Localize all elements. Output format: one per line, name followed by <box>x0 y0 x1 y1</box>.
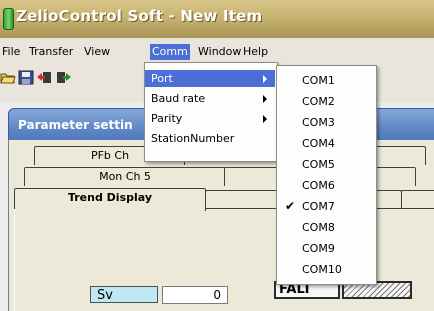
menu-item-port[interactable]: Port <box>145 70 275 87</box>
menu-comm[interactable]: Comm <box>150 44 190 60</box>
parameter-window-title: Parameter settin <box>18 118 133 132</box>
port-option-com5[interactable]: COM5 <box>277 156 376 173</box>
submenu-arrow-icon <box>263 115 267 123</box>
menu-view[interactable]: View <box>82 44 112 60</box>
menu-item-baud-rate[interactable]: Baud rate <box>145 90 275 107</box>
port-label: COM9 <box>302 242 335 255</box>
window-title: ZelioControl Soft - New Item <box>16 7 263 25</box>
port-option-com1[interactable]: COM1 <box>277 72 376 89</box>
menu-file[interactable]: File <box>0 44 22 60</box>
tab-label: PFb Ch <box>90 149 130 162</box>
menu-window[interactable]: Window <box>196 44 243 60</box>
port-label: COM7 <box>302 200 335 213</box>
menu-help[interactable]: Help <box>241 44 270 60</box>
download-icon[interactable] <box>56 70 72 85</box>
tab-panel-edge <box>14 209 15 311</box>
save-disk-icon[interactable] <box>18 70 34 85</box>
menu-item-label: Baud rate <box>151 92 206 105</box>
checkmark-icon: ✔ <box>285 199 296 213</box>
tab-label: Mon Ch 5 <box>99 170 151 183</box>
port-label: COM10 <box>302 263 342 276</box>
port-option-com10[interactable]: COM10 <box>277 261 376 278</box>
submenu-arrow-icon <box>263 95 267 103</box>
port-option-com4[interactable]: COM4 <box>277 135 376 152</box>
port-label: COM3 <box>302 116 335 129</box>
upload-icon[interactable] <box>36 70 52 85</box>
port-option-com8[interactable]: COM8 <box>277 219 376 236</box>
port-label: COM6 <box>302 179 335 192</box>
tab-trend-display[interactable]: Trend Display <box>14 188 206 211</box>
port-option-com7[interactable]: ✔ COM7 <box>277 198 376 215</box>
port-option-com3[interactable]: COM3 <box>277 114 376 131</box>
tab-row3-third[interactable] <box>401 190 434 209</box>
submenu-arrow-icon <box>263 75 267 83</box>
port-label: COM5 <box>302 158 335 171</box>
port-option-com6[interactable]: COM6 <box>277 177 376 194</box>
port-label: COM2 <box>302 95 335 108</box>
menu-item-label: Port <box>151 72 173 85</box>
port-option-com9[interactable]: COM9 <box>277 240 376 257</box>
menu-item-station-number[interactable]: StationNumber <box>145 130 275 147</box>
port-label: COM4 <box>302 137 335 150</box>
menu-transfer[interactable]: Transfer <box>27 44 75 60</box>
tab-mon-ch-5[interactable]: Mon Ch 5 <box>24 167 226 186</box>
app-icon <box>3 8 14 30</box>
menu-item-parity[interactable]: Parity <box>145 110 275 127</box>
comm-menu: Port Baud rate Parity StationNumber <box>144 62 278 162</box>
sv-label: Sv <box>90 286 158 303</box>
port-label: COM8 <box>302 221 335 234</box>
menu-item-label: StationNumber <box>151 132 235 145</box>
port-label: COM1 <box>302 74 335 87</box>
open-folder-icon[interactable] <box>0 70 16 85</box>
menu-item-label: Parity <box>151 112 183 125</box>
sv-value-field[interactable]: 0 <box>162 286 228 304</box>
tab-label: Trend Display <box>67 191 153 204</box>
port-submenu: COM1 COM2 COM3 COM4 COM5 COM6 ✔ COM7 COM… <box>276 65 377 285</box>
port-option-com2[interactable]: COM2 <box>277 93 376 110</box>
